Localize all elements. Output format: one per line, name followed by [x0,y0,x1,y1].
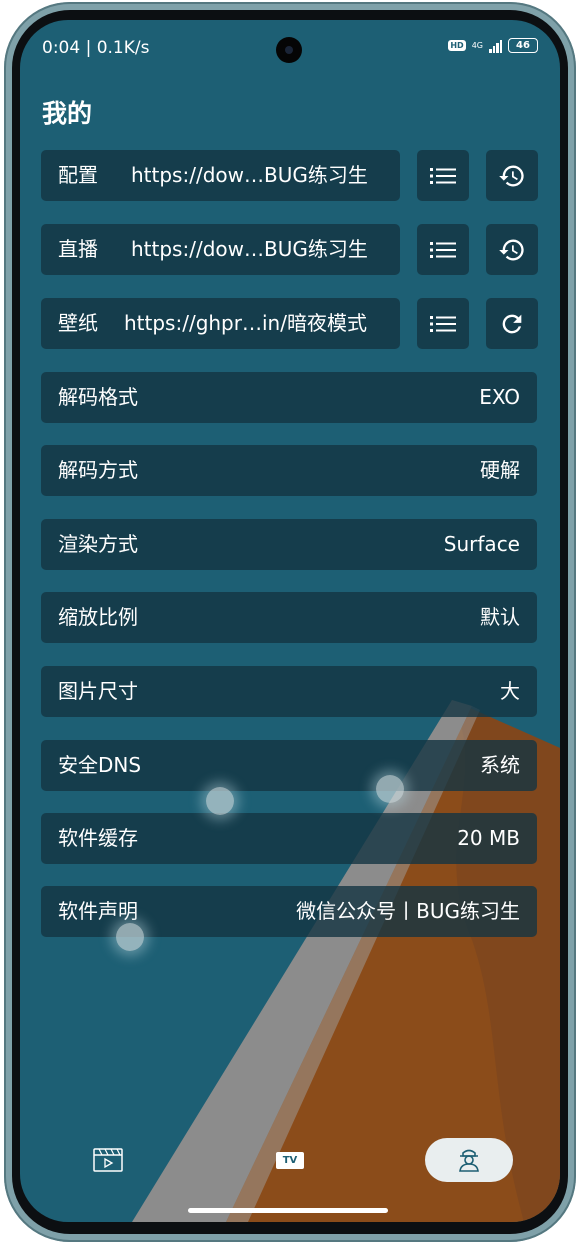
setting-value: Surface [443,532,520,556]
secure-dns-row[interactable]: 安全DNS 系统 [41,740,537,791]
wallpaper-list-button[interactable] [417,298,469,349]
image-size-row[interactable]: 图片尺寸 大 [41,666,537,717]
wallpaper-label: 壁纸 [58,311,98,335]
network-type: 4G [471,40,483,50]
front-camera [276,37,302,63]
live-url: https://dow…BUG练习生 [131,237,368,261]
page-title: 我的 [42,99,93,128]
setting-label: 渲染方式 [58,532,138,556]
app-screen: 0:04 | 0.1K/s HD 4G 46 我的 配置 https://dow… [20,20,560,1222]
setting-value: 硬解 [480,458,520,482]
nav-vod[interactable] [76,1138,140,1182]
list-icon [430,241,456,258]
decorative-dot [206,787,234,815]
setting-value: 微信公众号丨BUG练习生 [296,899,520,923]
setting-label: 缩放比例 [58,605,138,629]
status-icons: HD 4G 46 [448,38,538,53]
decorative-dot [376,775,404,803]
list-icon [430,167,456,184]
setting-value: 20 MB [457,826,520,850]
live-history-button[interactable] [486,224,538,275]
user-icon [459,1149,479,1172]
battery-icon: 46 [508,38,538,53]
home-indicator[interactable] [188,1208,388,1213]
setting-value: EXO [479,385,520,409]
nav-mine[interactable] [425,1138,513,1182]
bottom-navigation: TV [20,1130,560,1194]
setting-label: 解码格式 [58,385,138,409]
config-url: https://dow…BUG练习生 [131,163,368,187]
film-icon [93,1148,123,1172]
config-history-button[interactable] [486,150,538,201]
tv-icon: TV [275,1151,305,1169]
config-row[interactable]: 配置 https://dow…BUG练习生 [41,150,400,201]
scale-row[interactable]: 缩放比例 默认 [41,592,537,643]
hd-badge: HD [448,40,466,51]
wallpaper-url: https://ghpr…in/暗夜模式 [124,311,367,335]
signal-icon [489,39,502,53]
setting-label: 图片尺寸 [58,679,138,703]
history-icon [499,239,524,260]
wallpaper-refresh-button[interactable] [486,298,538,349]
decorative-dot [116,923,144,951]
setting-value: 系统 [480,753,520,777]
render-mode-row[interactable]: 渲染方式 Surface [41,519,537,570]
cache-row[interactable]: 软件缓存 20 MB [41,813,537,864]
statement-row[interactable]: 软件声明 微信公众号丨BUG练习生 [41,886,537,937]
decode-format-row[interactable]: 解码格式 EXO [41,372,537,423]
setting-value: 默认 [480,605,520,629]
list-icon [430,315,456,332]
decode-mode-row[interactable]: 解码方式 硬解 [41,445,537,496]
refresh-icon [502,314,522,333]
setting-label: 解码方式 [58,458,138,482]
config-list-button[interactable] [417,150,469,201]
status-time: 0:04 | 0.1K/s [42,38,150,58]
wallpaper-row[interactable]: 壁纸 https://ghpr…in/暗夜模式 [41,298,400,349]
setting-label: 安全DNS [58,753,142,777]
history-icon [499,165,524,186]
config-label: 配置 [58,163,98,187]
nav-tv[interactable]: TV [258,1138,322,1182]
live-label: 直播 [58,237,98,261]
live-list-button[interactable] [417,224,469,275]
live-row[interactable]: 直播 https://dow…BUG练习生 [41,224,400,275]
setting-label: 软件缓存 [58,826,138,850]
setting-value: 大 [500,679,520,703]
